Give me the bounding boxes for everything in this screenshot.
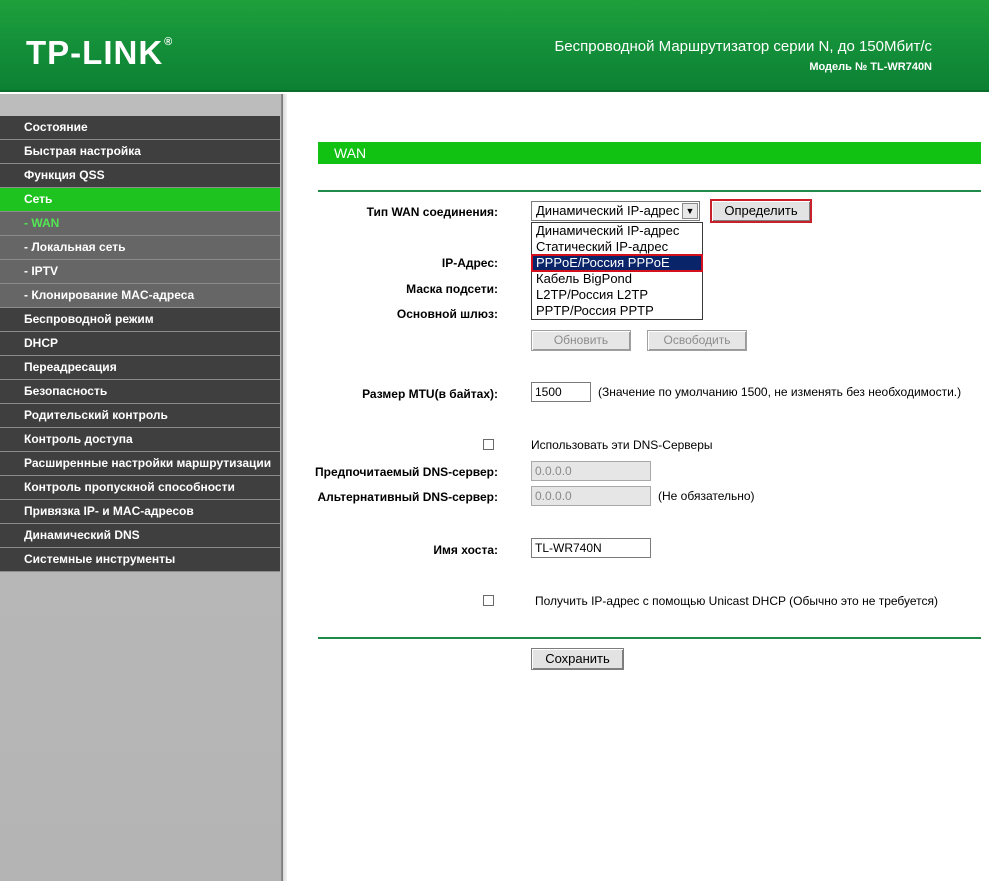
wan-option-static-ip[interactable]: Статический IP-адрес xyxy=(532,239,702,255)
renew-button[interactable]: Обновить xyxy=(531,330,631,351)
hostname-input[interactable]: TL-WR740N xyxy=(531,538,651,558)
mtu-hint: (Значение по умолчанию 1500, не изменять… xyxy=(598,385,962,399)
sidebar-item-access-control[interactable]: Контроль доступа xyxy=(0,428,280,452)
sidebar-item-quick-setup[interactable]: Быстрая настройка xyxy=(0,140,280,164)
detect-button[interactable]: Определить xyxy=(710,199,812,223)
wan-option-pppoe[interactable]: PPPoE/Россия PPPoE xyxy=(531,254,703,272)
sidebar-item-advanced-routing[interactable]: Расширенные настройки маршрутизации xyxy=(0,452,280,476)
wan-option-pptp[interactable]: PPTP/Россия PPTP xyxy=(532,303,702,319)
sidebar-item-bandwidth-control[interactable]: Контроль пропускной способности xyxy=(0,476,280,500)
header-banner: TP-LINK® Беспроводной Маршрутизатор сери… xyxy=(0,0,989,92)
sidebar-item-status[interactable]: Состояние xyxy=(0,116,280,140)
use-dns-label: Использовать эти DNS-Серверы xyxy=(531,438,713,452)
sidebar-item-security[interactable]: Безопасность xyxy=(0,380,280,404)
chevron-down-icon[interactable]: ▼ xyxy=(682,203,698,219)
wan-type-label: Тип WAN соединения: xyxy=(366,205,498,219)
unicast-dhcp-label: Получить IP-адрес с помощью Unicast DHCP… xyxy=(535,594,939,608)
divider-bottom xyxy=(318,637,981,639)
sidebar-item-wireless[interactable]: Беспроводной режим xyxy=(0,308,280,332)
sidebar-item-ip-mac-binding[interactable]: Привязка IP- и MAC-адресов xyxy=(0,500,280,524)
ip-address-label: IP-Адрес: xyxy=(441,256,498,270)
tp-link-logo: TP-LINK® xyxy=(26,34,174,71)
mtu-input[interactable]: 1500 xyxy=(531,382,591,402)
primary-dns-label: Предпочитаемый DNS-сервер: xyxy=(315,465,498,479)
sidebar-item-qss[interactable]: Функция QSS xyxy=(0,164,280,188)
main-content: WAN Тип WAN соединения: Динамический IP-… xyxy=(288,94,989,881)
sidebar-item-lan[interactable]: - Локальная сеть xyxy=(0,236,280,260)
use-dns-checkbox[interactable] xyxy=(483,439,494,450)
sidebar-item-mac-clone[interactable]: - Клонирование MAC-адреса xyxy=(0,284,280,308)
secondary-dns-label: Альтернативный DNS-сервер: xyxy=(317,490,498,504)
save-button[interactable]: Сохранить xyxy=(531,648,624,670)
wan-option-l2tp[interactable]: L2TP/Россия L2TP xyxy=(532,287,702,303)
header-model: Модель № TL-WR740N xyxy=(809,61,932,73)
unicast-dhcp-checkbox[interactable] xyxy=(483,595,494,606)
wan-type-dropdown: Динамический IP-адрес Статический IP-адр… xyxy=(531,222,703,320)
subnet-mask-label: Маска подсети: xyxy=(406,282,498,296)
sidebar-item-system-tools[interactable]: Системные инструменты xyxy=(0,548,280,572)
hostname-label: Имя хоста: xyxy=(433,543,498,557)
mtu-label: Размер MTU(в байтах): xyxy=(362,387,498,401)
sidebar-item-network[interactable]: Сеть xyxy=(0,188,280,212)
primary-dns-input[interactable]: 0.0.0.0 xyxy=(531,461,651,481)
wan-type-select[interactable]: Динамический IP-адрес ▼ xyxy=(531,201,700,221)
gateway-label: Основной шлюз: xyxy=(396,307,498,321)
sidebar-item-forwarding[interactable]: Переадресация xyxy=(0,356,280,380)
sidebar-item-dynamic-dns[interactable]: Динамический DNS xyxy=(0,524,280,548)
header-title: Беспроводной Маршрутизатор серии N, до 1… xyxy=(554,38,932,55)
release-button[interactable]: Освободить xyxy=(647,330,747,351)
secondary-dns-input[interactable]: 0.0.0.0 xyxy=(531,486,651,506)
divider-top xyxy=(318,190,981,192)
sidebar-item-dhcp[interactable]: DHCP xyxy=(0,332,280,356)
sidebar-item-parental-control[interactable]: Родительский контроль xyxy=(0,404,280,428)
wan-type-selected-value: Динамический IP-адрес xyxy=(536,203,680,218)
wan-option-bigpond[interactable]: Кабель BigPond xyxy=(532,271,702,287)
wan-option-dynamic-ip[interactable]: Динамический IP-адрес xyxy=(532,223,702,239)
section-title: WAN xyxy=(318,142,981,164)
optional-hint: (Не обязательно) xyxy=(658,489,755,503)
sidebar: Состояние Быстрая настройка Функция QSS … xyxy=(0,94,282,881)
sidebar-item-wan[interactable]: - WAN xyxy=(0,212,280,236)
sidebar-divider xyxy=(282,94,287,881)
sidebar-item-iptv[interactable]: - IPTV xyxy=(0,260,280,284)
